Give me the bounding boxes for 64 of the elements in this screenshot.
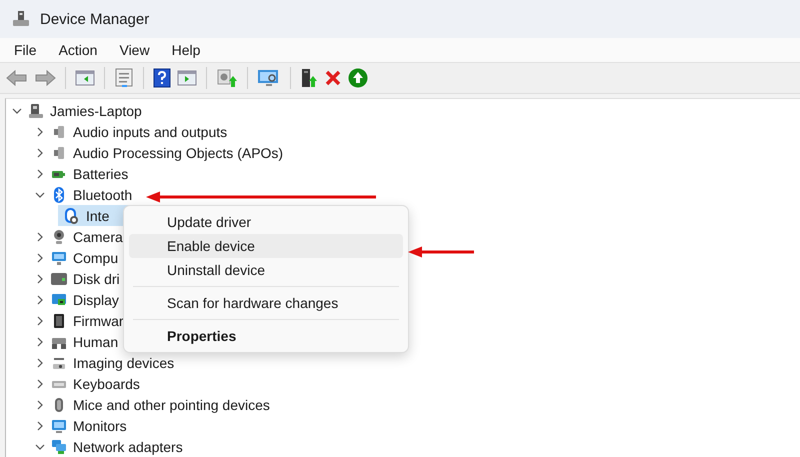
chevron-right-icon[interactable] bbox=[35, 358, 45, 368]
tree-item[interactable]: Display bbox=[35, 289, 123, 310]
properties-icon[interactable] bbox=[114, 68, 134, 88]
menu-item[interactable]: Properties bbox=[129, 324, 403, 348]
close-icon[interactable] bbox=[324, 69, 342, 87]
disk-drive-icon bbox=[51, 270, 67, 286]
bluetooth-icon bbox=[51, 186, 67, 202]
webcam-icon bbox=[51, 228, 67, 244]
tree-item[interactable]: Human bbox=[35, 331, 122, 352]
tree-item[interactable]: Keyboards bbox=[35, 373, 144, 394]
chevron-right-icon[interactable] bbox=[35, 400, 45, 410]
chevron-right-icon[interactable] bbox=[35, 126, 45, 136]
tree-item[interactable]: Compu bbox=[35, 247, 122, 268]
forward-icon[interactable] bbox=[34, 69, 56, 87]
computer-icon bbox=[12, 10, 30, 28]
menu-item[interactable]: Scan for hardware changes bbox=[129, 291, 403, 315]
chevron-right-icon[interactable] bbox=[35, 420, 45, 430]
menu-item[interactable]: Action bbox=[50, 42, 106, 58]
chip-icon bbox=[51, 312, 67, 328]
display-adapter-icon bbox=[51, 292, 67, 308]
tree-item[interactable]: Monitors bbox=[35, 415, 131, 436]
chevron-right-icon[interactable] bbox=[35, 252, 45, 262]
chevron-right-icon[interactable] bbox=[35, 294, 45, 304]
speaker-icon bbox=[51, 124, 67, 140]
tree-item[interactable]: Jamies-Laptop bbox=[12, 100, 146, 121]
menu-item[interactable]: View bbox=[111, 42, 158, 58]
chevron-right-icon[interactable] bbox=[35, 316, 45, 326]
bluetooth-device-icon bbox=[64, 208, 80, 224]
tree-item[interactable]: Camera bbox=[35, 226, 127, 247]
chevron-right-icon[interactable] bbox=[35, 168, 45, 178]
menu-item[interactable]: Update driver bbox=[129, 210, 403, 234]
scan-monitor-icon[interactable] bbox=[257, 68, 281, 88]
chevron-down-icon[interactable] bbox=[35, 190, 45, 200]
tree-item[interactable]: Audio Processing Objects (APOs) bbox=[35, 142, 288, 163]
menu-item[interactable]: Enable device bbox=[129, 234, 403, 258]
help-icon[interactable] bbox=[153, 68, 171, 88]
chevron-right-icon[interactable] bbox=[35, 274, 45, 284]
action-pane-icon[interactable] bbox=[177, 69, 197, 87]
window-title: Device Manager bbox=[40, 10, 150, 28]
chevron-right-icon[interactable] bbox=[35, 378, 45, 388]
monitor-icon bbox=[51, 250, 67, 266]
tree-item[interactable]: Imaging devices bbox=[35, 352, 178, 373]
chevron-right-icon[interactable] bbox=[35, 336, 45, 346]
tree-item[interactable]: Network adapters bbox=[35, 436, 187, 457]
computer-icon bbox=[28, 102, 44, 118]
console-tree-icon[interactable] bbox=[75, 69, 95, 87]
menu-item[interactable]: Uninstall device bbox=[129, 258, 403, 282]
tree-item[interactable]: Disk dri bbox=[35, 268, 124, 289]
monitor-icon bbox=[51, 418, 67, 434]
chevron-right-icon[interactable] bbox=[35, 232, 45, 242]
chevron-down-icon[interactable] bbox=[12, 106, 22, 116]
tree-item[interactable]: Firmwar bbox=[35, 310, 128, 331]
speaker-icon bbox=[51, 144, 67, 160]
tree-item[interactable]: Bluetooth bbox=[35, 184, 136, 205]
annotation-arrow bbox=[408, 246, 474, 258]
tree-item[interactable]: Mice and other pointing devices bbox=[35, 394, 274, 415]
back-icon[interactable] bbox=[6, 69, 28, 87]
chevron-down-icon[interactable] bbox=[35, 442, 45, 452]
chevron-right-icon[interactable] bbox=[35, 148, 45, 158]
tree-item[interactable]: Batteries bbox=[35, 163, 132, 184]
tree-item[interactable]: Audio inputs and outputs bbox=[35, 121, 232, 142]
network-icon bbox=[51, 438, 67, 454]
menu-item[interactable]: File bbox=[6, 42, 45, 58]
menu-item[interactable]: Help bbox=[164, 42, 208, 58]
